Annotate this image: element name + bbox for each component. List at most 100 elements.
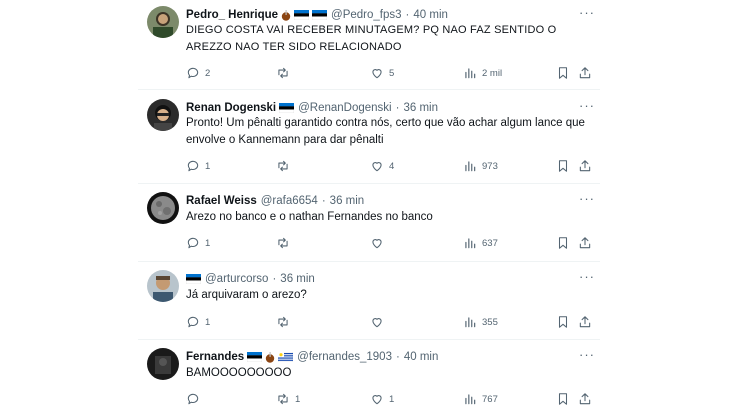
separator: · [395, 102, 400, 114]
bookmark-icon [558, 67, 568, 79]
more-icon[interactable]: ··· [578, 192, 596, 208]
replies-feed: Pedro_ Henrique @Pedro_fps3 · 40 min ···… [138, 0, 600, 416]
repost-count: 1 [295, 393, 301, 405]
views-button[interactable]: 2 mil [463, 65, 502, 81]
like-icon [372, 239, 382, 249]
like-icon [372, 395, 382, 405]
author-handle[interactable]: @arturcorso [205, 273, 268, 285]
reply-button[interactable] [186, 391, 205, 407]
reply-button[interactable]: 1 [186, 314, 210, 330]
uruguay-flag-icon [278, 352, 294, 362]
like-button[interactable]: 4 [370, 158, 394, 174]
avatar[interactable] [147, 6, 179, 38]
views-icon [465, 238, 476, 249]
bookmark-button[interactable] [556, 391, 575, 407]
reply-icon [187, 393, 199, 405]
author-name[interactable]: Rafael Weiss [186, 195, 257, 207]
tweet-text: Arezo no banco e o nathan Fernandes no b… [186, 211, 433, 223]
repost-button[interactable] [276, 314, 295, 330]
estonia-flag-icon [279, 103, 295, 113]
reply-button[interactable]: 1 [186, 158, 210, 174]
share-icon [579, 160, 591, 172]
views-icon [465, 161, 476, 172]
more-icon[interactable]: ··· [578, 99, 596, 115]
like-count: 1 [389, 393, 395, 405]
tweet[interactable]: Rafael Weiss @rafa6654 · 36 min ··· Arez… [138, 184, 600, 262]
estonia-flag-icon [247, 352, 263, 362]
avatar[interactable] [147, 270, 179, 302]
reply-icon [187, 237, 199, 249]
avatar[interactable] [147, 192, 179, 224]
tweet[interactable]: Fernandes @fernandes_1903 · 40 min ··· B… [138, 340, 600, 416]
author-handle[interactable]: @Pedro_fps3 [331, 9, 402, 21]
bookmark-button[interactable] [556, 235, 575, 251]
bookmark-button[interactable] [556, 158, 575, 174]
views-button[interactable]: 355 [463, 314, 498, 330]
author-handle[interactable]: @rafa6654 [261, 195, 318, 207]
view-count: 767 [482, 393, 498, 405]
share-button[interactable] [578, 65, 597, 81]
repost-button[interactable] [276, 158, 295, 174]
avatar[interactable] [147, 99, 179, 131]
share-button[interactable] [578, 158, 597, 174]
like-count: 5 [389, 67, 395, 79]
reply-button[interactable]: 2 [186, 65, 210, 81]
share-button[interactable] [578, 391, 597, 407]
share-button[interactable] [578, 314, 597, 330]
timestamp[interactable]: 36 min [403, 102, 438, 114]
author-name[interactable]: Pedro_ Henrique [186, 9, 278, 21]
share-icon [579, 67, 591, 79]
timestamp[interactable]: 36 min [280, 273, 315, 285]
reply-count: 2 [205, 67, 211, 79]
bookmark-button[interactable] [556, 65, 575, 81]
timestamp[interactable]: 40 min [404, 351, 439, 363]
reply-count: 1 [205, 316, 211, 328]
views-icon [465, 394, 476, 405]
share-icon [579, 237, 591, 249]
more-icon[interactable]: ··· [578, 270, 596, 286]
tweet[interactable]: Renan Dogenski @RenanDogenski · 36 min ·… [138, 90, 600, 184]
share-button[interactable] [578, 235, 597, 251]
repost-button[interactable] [276, 65, 295, 81]
like-button[interactable]: 5 [370, 65, 394, 81]
timestamp[interactable]: 40 min [413, 9, 448, 21]
view-count: 637 [482, 237, 498, 249]
reply-count: 1 [205, 160, 211, 172]
bookmark-icon [558, 160, 568, 172]
repost-button[interactable]: 1 [276, 391, 300, 407]
tweet-text: Já arquivaram o arezo? [186, 289, 307, 301]
estonia-flag-icon [294, 10, 310, 20]
like-icon [372, 162, 382, 172]
reply-button[interactable]: 1 [186, 235, 210, 251]
views-button[interactable]: 637 [463, 235, 498, 251]
reply-icon [187, 67, 199, 79]
author-name[interactable]: Fernandes [186, 351, 244, 363]
timestamp[interactable]: 36 min [330, 195, 365, 207]
like-button[interactable] [370, 314, 389, 330]
bookmark-icon [558, 393, 568, 405]
author-name[interactable]: Renan Dogenski [186, 102, 276, 114]
like-button[interactable]: 1 [370, 391, 394, 407]
views-button[interactable]: 767 [463, 391, 498, 407]
more-icon[interactable]: ··· [578, 6, 596, 22]
tweet-text: DIEGO COSTA VAI RECEBER MINUTAGEM? PQ NA… [186, 24, 557, 53]
repost-button[interactable] [276, 235, 295, 251]
view-count: 973 [482, 160, 498, 172]
like-count: 4 [389, 160, 395, 172]
author-handle[interactable]: @RenanDogenski [298, 102, 392, 114]
author-handle[interactable]: @fernandes_1903 [297, 351, 392, 363]
views-button[interactable]: 973 [463, 158, 498, 174]
separator: · [405, 9, 410, 21]
views-icon [465, 317, 476, 328]
mate-cup-icon [265, 351, 275, 363]
tweet[interactable]: @arturcorso · 36 min ··· Já arquivaram o… [138, 262, 600, 340]
avatar[interactable] [147, 348, 179, 380]
more-icon[interactable]: ··· [578, 348, 596, 364]
tweet[interactable]: Pedro_ Henrique @Pedro_fps3 · 40 min ···… [138, 0, 600, 90]
like-button[interactable] [370, 235, 389, 251]
share-icon [579, 393, 591, 405]
reply-icon [187, 316, 199, 328]
views-icon [465, 68, 476, 79]
separator: · [395, 351, 400, 363]
bookmark-button[interactable] [556, 314, 575, 330]
